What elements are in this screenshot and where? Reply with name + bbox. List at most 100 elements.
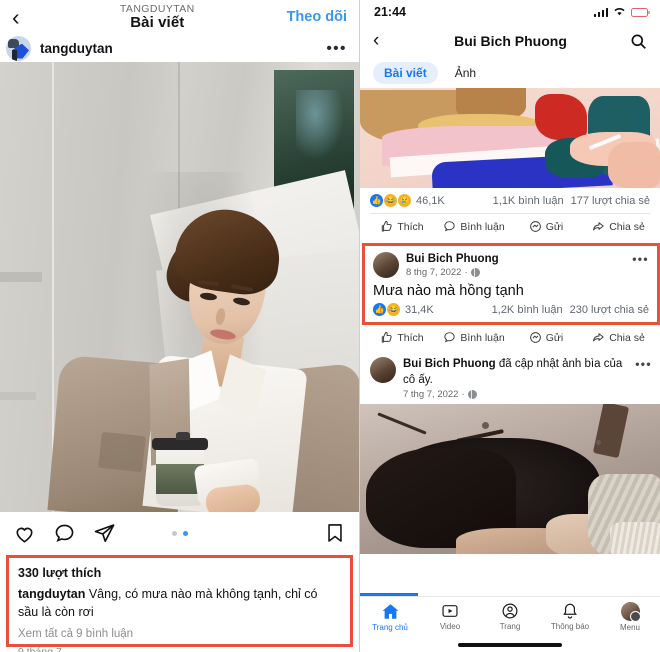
post2-more-icon[interactable]: ••• [632, 252, 649, 266]
post1-counts: 1,1K bình luận 177 lượt chia sẻ [493, 195, 650, 207]
nav-menu-label: Menu [619, 623, 640, 632]
post2-author[interactable]: Bui Bich Phuong [406, 252, 625, 266]
share-button[interactable]: Chia sẻ [582, 220, 654, 233]
comment-button[interactable]: Bình luận [438, 220, 510, 233]
instagram-title-group: TANGDUYTAN Bài viết [34, 2, 281, 31]
share-label: Chia sẻ [609, 220, 645, 233]
nav-home[interactable]: Trang chủ [360, 602, 420, 632]
post-more-icon[interactable]: ••• [326, 40, 347, 57]
post3-story: Bui Bich Phuong đã cập nhật ảnh bìa của … [403, 357, 628, 388]
like-reaction-icon: 👍 [370, 194, 383, 207]
signal-bars-icon [593, 7, 608, 17]
post1-share-count[interactable]: 177 lượt chia sẻ [571, 195, 650, 207]
home-indicator [458, 643, 562, 647]
post3-date: 7 thg 7, 2022 [403, 389, 459, 401]
post2-text: Mưa nào mà hồng tạnh [373, 283, 524, 300]
dual-app-screenshot: ‹ TANGDUYTAN Bài viết Theo dõi tangduyta… [0, 0, 660, 652]
nav-pages-label: Trang [499, 622, 521, 631]
post3-head-row: Bui Bich Phuong đã cập nhật ảnh bìa của … [370, 357, 652, 400]
back-icon[interactable]: ‹ [373, 30, 391, 52]
avatar[interactable] [6, 35, 31, 61]
instagram-panel: ‹ TANGDUYTAN Bài viết Theo dõi tangduyta… [0, 0, 360, 652]
sad-reaction-icon: 😢 [398, 194, 411, 207]
globe-icon [467, 390, 477, 400]
send-label: Gửi [545, 220, 564, 233]
share-label: Chia sẻ [609, 331, 645, 344]
post1-actions: Thích Bình luận Gửi Chia sẻ [360, 214, 660, 240]
carousel-dot [171, 530, 177, 536]
post3-more-icon[interactable]: ••• [635, 357, 652, 371]
instagram-account-subtitle: TANGDUYTAN [119, 2, 195, 15]
bookmark-icon[interactable] [324, 522, 346, 544]
avatar[interactable] [373, 252, 399, 278]
nav-notifications-label: Thông báo [550, 622, 590, 631]
send-button[interactable]: Gửi [510, 220, 582, 233]
battery-low-icon [631, 7, 650, 17]
post2-highlight: Bui Bich Phuong 8 thg 7, 2022 · ••• Mưa … [362, 243, 660, 326]
post1-reaction-count: 46,1K [416, 194, 445, 207]
facebook-panel: 21:44 ‹ Bui Bich Phuong Bài viết Ảnh 👍 😂… [360, 0, 660, 652]
status-bar: 21:44 [360, 0, 660, 24]
send-label: Gửi [545, 331, 564, 344]
like-button[interactable]: Thích [366, 331, 438, 344]
menu-avatar-icon [620, 602, 641, 622]
post2-share-count[interactable]: 230 lượt chia sẻ [570, 304, 649, 316]
post2-reactions[interactable]: 👍 😂 [373, 303, 400, 317]
post-photo[interactable] [0, 62, 359, 512]
nav-video-label: Video [439, 622, 461, 631]
profile-title: Bui Bich Phuong [454, 33, 567, 49]
post2-counts: 1,2K bình luận 230 lượt chia sẻ [492, 304, 649, 316]
status-icons [593, 3, 650, 21]
comment-icon[interactable] [53, 522, 76, 545]
post1-meta: 👍 😂 😢 46,1K 1,1K bình luận 177 lượt chia… [360, 188, 660, 207]
post3-image[interactable] [360, 404, 660, 555]
post2-comment-count[interactable]: 1,2K bình luận [492, 304, 563, 316]
nav-notifications[interactable]: Thông báo [540, 602, 600, 631]
tab-bai-viet[interactable]: Bài viết [373, 62, 438, 84]
back-icon[interactable]: ‹ [12, 5, 34, 29]
share-icon[interactable] [93, 522, 116, 545]
follow-button[interactable]: Theo dõi [281, 9, 347, 25]
post3-author[interactable]: Bui Bich Phuong [403, 358, 496, 370]
instagram-caption-highlight: 330 lượt thích tangduytan Vâng, có mưa n… [6, 555, 353, 652]
post1-reactions[interactable]: 👍 😂 😢 [370, 194, 411, 207]
bottom-navigation: Trang chủ Video Trang Thông báo Menu [360, 596, 660, 652]
like-button[interactable]: Thích [366, 220, 438, 233]
instagram-post-userrow: tangduytan ••• [0, 34, 359, 62]
post2-reaction-count: 31,4K [405, 303, 434, 316]
view-all-comments-link[interactable]: Xem tất cả 9 bình luận [18, 628, 341, 640]
wifi-icon [613, 3, 626, 21]
like-label: Thích [397, 331, 424, 344]
comment-button[interactable]: Bình luận [438, 331, 510, 344]
post2-meta: 👍 😂 31,4K 1,2K bình luận 230 lượt chia s… [373, 303, 649, 317]
post1-image[interactable] [360, 88, 660, 188]
status-time: 21:44 [374, 5, 406, 19]
share-button[interactable]: Chia sẻ [582, 331, 654, 344]
comment-label: Bình luận [460, 220, 505, 233]
send-button[interactable]: Gửi [510, 331, 582, 344]
comment-label: Bình luận [460, 331, 505, 344]
tab-anh[interactable]: Ảnh [444, 62, 487, 84]
search-icon[interactable] [630, 33, 647, 50]
post-caption: tangduytan Vâng, có mưa nào mà không tạn… [18, 586, 341, 622]
post3-header: Bui Bich Phuong đã cập nhật ảnh bìa của … [360, 351, 660, 404]
globe-icon [470, 268, 480, 278]
avatar[interactable] [370, 357, 396, 384]
like-count: 330 lượt thích [18, 566, 102, 580]
post2-date: 8 thg 7, 2022 [406, 267, 462, 279]
post3-subtitle: 7 thg 7, 2022 · [403, 389, 628, 400]
caption-username[interactable]: tangduytan [18, 587, 85, 601]
nav-video[interactable]: Video [420, 602, 480, 631]
facebook-navbar: ‹ Bui Bich Phuong [360, 24, 660, 58]
heart-icon[interactable] [13, 522, 36, 545]
haha-reaction-icon: 😂 [384, 194, 397, 207]
nav-menu[interactable]: Menu [600, 602, 660, 632]
post-username[interactable]: tangduytan [40, 41, 317, 56]
nav-pages[interactable]: Trang [480, 602, 540, 631]
post1-comment-count[interactable]: 1,1K bình luận [493, 195, 564, 207]
like-reaction-icon: 👍 [373, 303, 386, 317]
post2-subtitle: 8 thg 7, 2022 · [406, 267, 625, 278]
post2-header: Bui Bich Phuong 8 thg 7, 2022 · ••• [373, 252, 649, 278]
instagram-header: ‹ TANGDUYTAN Bài viết Theo dõi [0, 0, 359, 34]
page-title: Bài viết [130, 13, 185, 31]
